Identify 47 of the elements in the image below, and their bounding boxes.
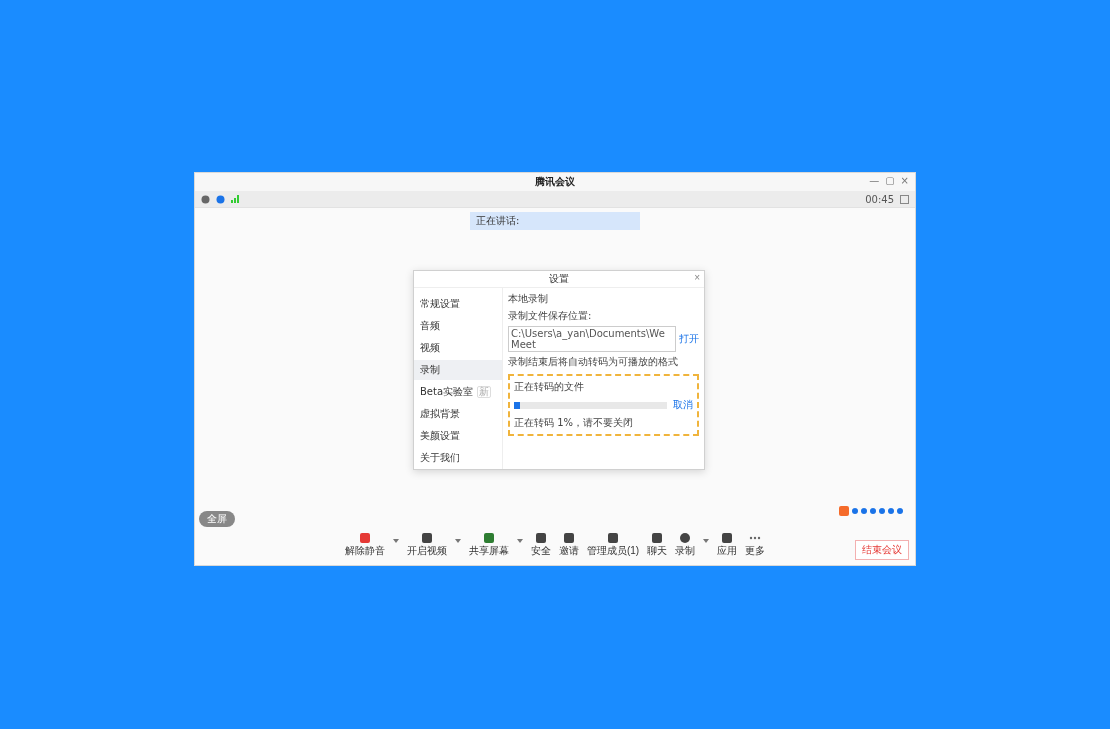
microphone-icon — [357, 532, 372, 544]
sidebar-item[interactable]: 录制 — [414, 360, 502, 380]
toolbar-button[interactable]: 安全 — [530, 532, 551, 558]
sidebar-item[interactable]: 美颜设置 — [414, 426, 502, 446]
window-title: 腾讯会议 — [535, 175, 575, 189]
caret-icon[interactable] — [454, 538, 461, 543]
sidebar-item[interactable]: 常规设置 — [414, 294, 502, 314]
sidebar-item[interactable]: 关于我们 — [414, 448, 502, 468]
caret-icon[interactable] — [392, 538, 399, 543]
toolbar-button[interactable]: 解除静音 — [344, 532, 385, 558]
toolbar-button[interactable]: 更多 — [745, 532, 766, 558]
window-control[interactable]: — — [869, 175, 880, 186]
hint-text: 录制结束后将自动转码为可播放的格式 — [508, 355, 679, 369]
sidebar-item[interactable]: 视频 — [414, 338, 502, 358]
transcode-status: 正在转码 1%，请不要关闭 — [514, 416, 635, 430]
window-control[interactable]: × — [900, 175, 909, 186]
close-button[interactable]: × — [694, 272, 700, 283]
toolbar-button[interactable]: 聊天 — [647, 532, 668, 558]
sidebar-item[interactable]: 虚拟背景 — [414, 404, 502, 424]
toolbar-button[interactable]: 录制 — [675, 532, 696, 558]
signal-icon — [231, 195, 240, 203]
new-badge: 新 — [477, 386, 492, 398]
screen-icon — [481, 532, 496, 544]
sidebar-item[interactable]: 音频 — [414, 316, 502, 336]
open-link[interactable]: 打开 — [679, 332, 699, 346]
cancel-link[interactable]: 取消 — [673, 398, 693, 412]
path-label: 录制文件保存位置: — [508, 309, 592, 323]
meeting-time: 00:45 — [865, 193, 894, 205]
toolbar-button[interactable]: 邀请 — [558, 532, 579, 558]
caret-icon[interactable] — [703, 538, 710, 543]
end-meeting-button[interactable]: 结束会议 — [855, 540, 909, 560]
toolbar-button[interactable]: 开启视频 — [406, 532, 447, 558]
record-icon — [678, 532, 693, 544]
transcode-title: 正在转码的文件 — [514, 380, 585, 394]
fullscreen-button[interactable]: 全屏 — [199, 511, 235, 527]
path-field[interactable]: C:\Users\a_yan\Documents\WeMeet — [508, 326, 676, 352]
info-icon[interactable] — [201, 194, 210, 204]
speaking-label: 正在讲话: — [470, 212, 640, 230]
dialog-title: 设置 — [549, 272, 569, 286]
toolbar-button[interactable]: 共享屏幕 — [468, 532, 509, 558]
section-title: 本地录制 — [508, 292, 549, 306]
sidebar-item[interactable]: Beta实验室 新 — [414, 382, 502, 402]
caret-icon[interactable] — [516, 538, 523, 543]
fullscreen-icon[interactable] — [900, 194, 909, 204]
toolbar-button[interactable]: 管理成员(1) — [586, 532, 640, 558]
window-control[interactable]: ▢ — [885, 175, 895, 186]
toolbar-button[interactable]: 应用 — [717, 532, 738, 558]
